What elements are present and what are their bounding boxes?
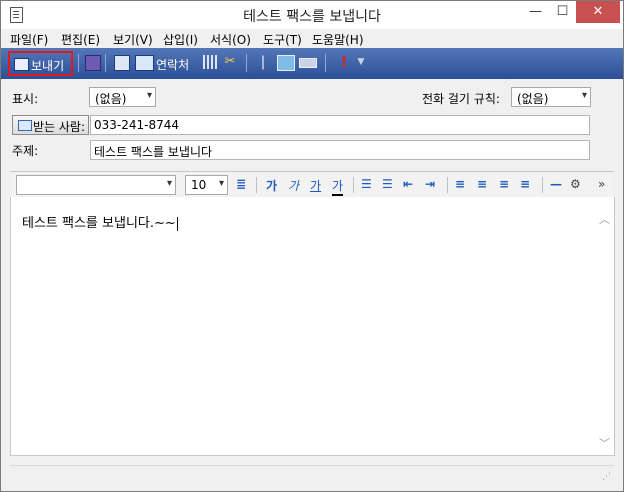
to-button-label: 받는 사람: bbox=[33, 120, 86, 134]
font-select[interactable]: ▾ bbox=[16, 175, 176, 195]
bold-button[interactable]: 가 bbox=[266, 177, 277, 194]
toolbar-divider bbox=[78, 54, 79, 72]
toolbar: 보내기 연락처 ✂ ❘ ! ▼ bbox=[1, 48, 623, 79]
font-color-button[interactable]: 가 bbox=[332, 177, 344, 196]
to-field[interactable]: 033-241-8744 bbox=[90, 115, 590, 135]
display-select-value: (없음) bbox=[95, 92, 127, 106]
horizontal-line-icon[interactable]: — bbox=[550, 177, 562, 191]
increase-indent-icon[interactable]: ⇥ bbox=[425, 177, 435, 191]
scroll-down-icon[interactable]: ﹀ bbox=[599, 435, 610, 451]
font-size-value: 10 bbox=[191, 178, 207, 192]
menu-view[interactable]: 보기(V) bbox=[113, 31, 153, 48]
chevron-down-icon[interactable]: ▼ bbox=[354, 55, 368, 69]
body-text-content: 테스트 팩스를 보냅니다.~~ bbox=[22, 216, 176, 231]
formatting-bar: ▾ 10 ▾ ≣ 가 가 가 가 ☰ ☰ ⇤ ⇥ ≡ ≡ ≡ ≡ — ⚙ » bbox=[10, 171, 614, 198]
display-label: 표시: bbox=[12, 92, 39, 106]
chevron-down-icon: ▾ bbox=[146, 90, 152, 101]
check-names-icon[interactable]: ✂ bbox=[223, 55, 237, 69]
save-icon[interactable] bbox=[85, 55, 101, 71]
grid-icon[interactable] bbox=[203, 55, 217, 69]
image-icon[interactable] bbox=[277, 55, 295, 71]
bullet-list-icon[interactable]: ☰ bbox=[382, 177, 393, 191]
insert-picture-icon[interactable]: ⚙ bbox=[570, 177, 581, 191]
paragraph-style-icon[interactable]: ≣ bbox=[236, 177, 246, 191]
chevron-down-icon: ▾ bbox=[166, 178, 172, 189]
close-button[interactable]: ✕ bbox=[576, 1, 620, 23]
priority-icon[interactable]: ! bbox=[337, 55, 351, 70]
menu-edit[interactable]: 편집(E) bbox=[61, 31, 100, 48]
menu-file[interactable]: 파일(F) bbox=[10, 31, 48, 48]
contacts-label[interactable]: 연락처 bbox=[156, 56, 189, 73]
text-caret bbox=[176, 216, 178, 231]
toolbar-divider bbox=[246, 54, 247, 72]
menu-bar: 파일(F) 편집(E) 보기(V) 삽입(I) 서식(O) 도구(T) 도움말(… bbox=[1, 29, 623, 49]
format-divider bbox=[256, 177, 257, 193]
align-center-icon[interactable]: ≡ bbox=[477, 177, 487, 191]
font-size-select[interactable]: 10 ▾ bbox=[185, 175, 228, 195]
numbered-list-icon[interactable]: ☰ bbox=[361, 177, 372, 191]
format-divider bbox=[542, 177, 543, 193]
minimize-button[interactable]: — bbox=[522, 1, 549, 23]
display-select[interactable]: (없음) ▾ bbox=[89, 87, 156, 107]
address-book-icon bbox=[18, 120, 32, 131]
menu-format[interactable]: 서식(O) bbox=[210, 31, 251, 48]
dial-rule-select-value: (없음) bbox=[517, 92, 549, 106]
scroll-up-icon[interactable]: ︿ bbox=[599, 211, 610, 227]
dial-rule-label: 전화 걸기 규칙: bbox=[422, 92, 500, 106]
format-divider bbox=[447, 177, 448, 193]
status-bar: ⋰ bbox=[10, 465, 614, 486]
align-left-icon[interactable]: ≡ bbox=[455, 177, 465, 191]
toolbar-divider bbox=[325, 54, 326, 72]
send-label: 보내기 bbox=[31, 59, 65, 73]
print-icon[interactable] bbox=[114, 55, 130, 71]
title-bar: 테스트 팩스를 보냅니다 — ☐ ✕ bbox=[1, 1, 623, 29]
subject-label: 주제: bbox=[12, 144, 39, 158]
dial-rule-select[interactable]: (없음) ▾ bbox=[511, 87, 591, 107]
menu-insert[interactable]: 삽입(I) bbox=[163, 31, 198, 48]
body-text[interactable]: 테스트 팩스를 보냅니다.~~ bbox=[22, 212, 178, 231]
underline-button[interactable]: 가 bbox=[310, 177, 321, 194]
toolbar-overflow-icon[interactable]: » bbox=[598, 177, 605, 191]
italic-button[interactable]: 가 bbox=[288, 177, 299, 194]
menu-help[interactable]: 도움말(H) bbox=[312, 31, 364, 48]
signature-icon[interactable] bbox=[299, 58, 317, 68]
decrease-indent-icon[interactable]: ⇤ bbox=[403, 177, 413, 191]
menu-tools[interactable]: 도구(T) bbox=[263, 31, 302, 48]
send-button[interactable]: 보내기 bbox=[8, 51, 73, 76]
attach-icon[interactable]: ❘ bbox=[256, 55, 270, 69]
resize-grip-icon[interactable]: ⋰ bbox=[602, 472, 611, 482]
justify-icon[interactable]: ≡ bbox=[520, 177, 530, 191]
contacts-icon[interactable] bbox=[135, 55, 154, 71]
to-button[interactable]: 받는 사람: bbox=[12, 115, 89, 135]
message-body[interactable]: 테스트 팩스를 보냅니다.~~ ︿ ﹀ bbox=[10, 197, 615, 456]
align-right-icon[interactable]: ≡ bbox=[499, 177, 509, 191]
fax-window: 테스트 팩스를 보냅니다 — ☐ ✕ 파일(F) 편집(E) 보기(V) 삽입(… bbox=[0, 0, 624, 492]
chevron-down-icon: ▾ bbox=[581, 90, 587, 101]
send-fax-icon bbox=[14, 58, 29, 71]
maximize-button[interactable]: ☐ bbox=[549, 1, 576, 23]
format-divider bbox=[353, 177, 354, 193]
subject-field[interactable]: 테스트 팩스를 보냅니다 bbox=[90, 140, 590, 160]
toolbar-divider bbox=[105, 54, 106, 72]
chevron-down-icon: ▾ bbox=[218, 178, 224, 189]
